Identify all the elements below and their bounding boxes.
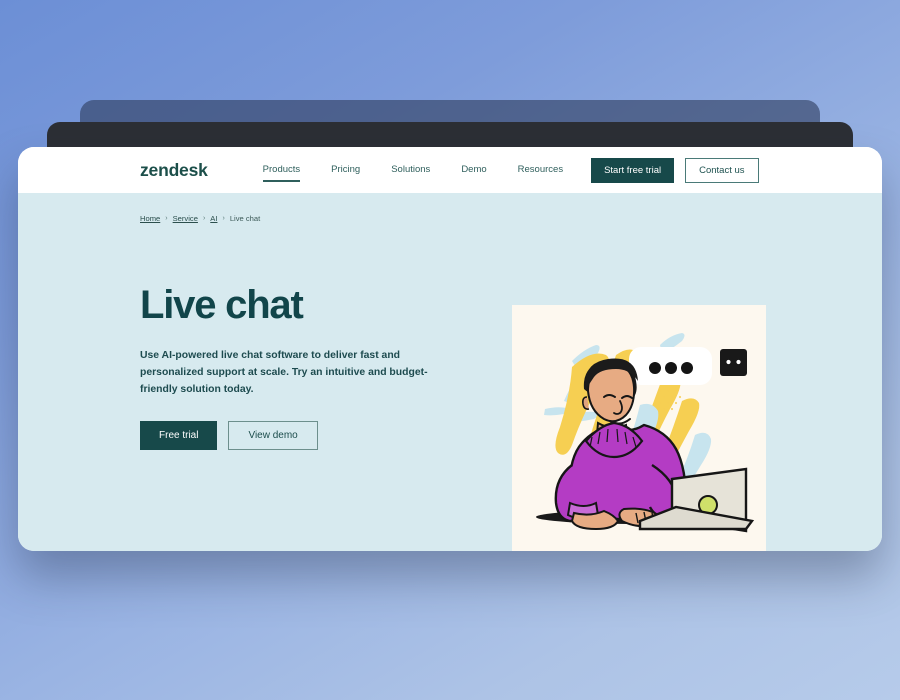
view-demo-button[interactable]: View demo xyxy=(228,420,318,450)
breadcrumb-item-ai[interactable]: AI xyxy=(210,214,217,223)
free-trial-button[interactable]: Free trial xyxy=(140,420,218,450)
breadcrumb-separator-icon: › xyxy=(202,215,206,222)
nav-links: Products Pricing Solutions Demo Resource… xyxy=(262,164,563,182)
nav-item-solutions[interactable]: Solutions xyxy=(391,164,430,177)
page-title: Live chat xyxy=(140,283,304,327)
hero-cta-group: Free trial View demo xyxy=(140,420,882,450)
chat-bubble-icon xyxy=(629,347,712,385)
nav-item-resources[interactable]: Resources xyxy=(518,164,563,177)
breadcrumb-separator-icon: › xyxy=(222,215,225,222)
breadcrumb-item-service[interactable]: Service xyxy=(173,214,198,223)
navbar: zendesk Products Pricing Solutions Demo … xyxy=(18,147,882,193)
breadcrumb-item-current: Live chat xyxy=(229,214,261,223)
zendesk-logo[interactable]: zendesk xyxy=(140,160,208,181)
hero-illustration xyxy=(512,305,766,551)
nav-actions: Start free trial Contact us xyxy=(591,157,759,183)
breadcrumb: Home › Service › AI › Live chat xyxy=(140,214,882,223)
contact-us-button[interactable]: Contact us xyxy=(685,157,759,183)
nav-item-pricing[interactable]: Pricing xyxy=(331,164,360,177)
breadcrumb-separator-icon: › xyxy=(165,215,168,222)
breadcrumb-item-home[interactable]: Home xyxy=(140,214,160,223)
start-free-trial-button[interactable]: Start free trial xyxy=(591,157,675,183)
hero-section: Home › Service › AI › Live chat Live cha… xyxy=(18,193,882,551)
browser-card: zendesk Products Pricing Solutions Demo … xyxy=(18,147,882,551)
nav-item-products[interactable]: Products xyxy=(262,164,300,182)
hero-description: Use AI-powered live chat software to del… xyxy=(140,350,428,395)
bot-face-icon xyxy=(720,349,747,376)
nav-item-demo[interactable]: Demo xyxy=(461,164,486,177)
